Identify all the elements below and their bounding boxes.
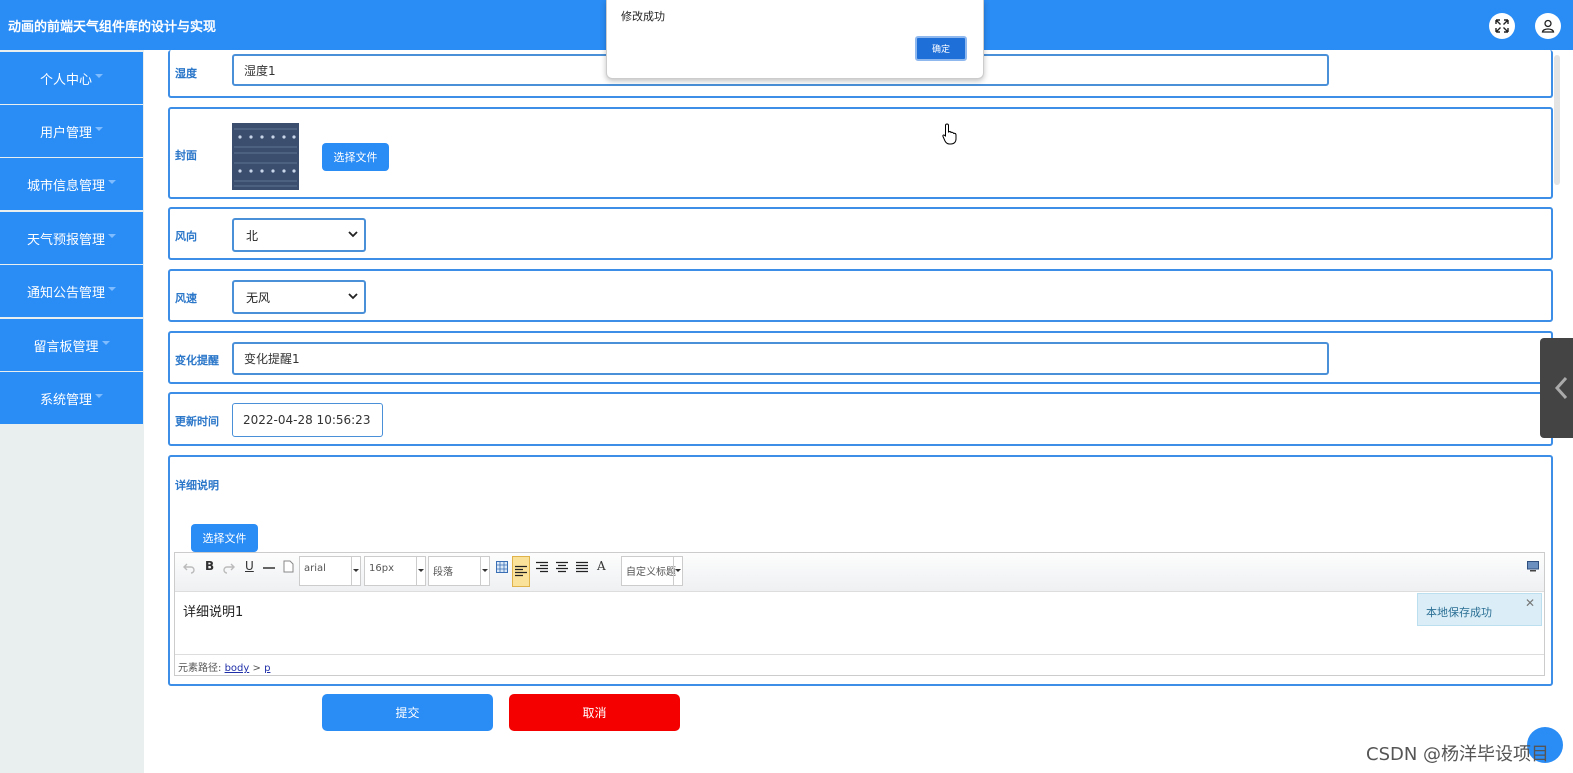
editor-content[interactable]: 详细说明1 <box>183 601 243 620</box>
redo-icon[interactable] <box>223 562 235 574</box>
user-button[interactable] <box>1535 13 1561 39</box>
horizontal-rule-icon[interactable] <box>263 566 275 570</box>
caret-down-icon <box>95 74 103 78</box>
scrollbar[interactable] <box>1554 55 1560 185</box>
sidebar: 个人中心 用户管理 城市信息管理 天气预报管理 通知公告管理 留言板管理 系统管… <box>0 50 144 773</box>
details-label: 详细说明 <box>175 479 219 492</box>
wind-direction-value: 北 <box>246 228 259 243</box>
cover-choose-file-button[interactable]: 选择文件 <box>322 143 389 171</box>
sidebar-item-label: 城市信息管理 <box>26 178 105 194</box>
chevron-down-icon <box>348 231 358 238</box>
close-icon[interactable]: ✕ <box>1525 596 1535 610</box>
align-justify-icon[interactable] <box>576 561 588 573</box>
sidebar-item-label: 个人中心 <box>39 72 92 88</box>
wind-direction-select[interactable]: 北 <box>232 218 366 252</box>
paragraph-value: 段落 <box>433 567 453 578</box>
font-family-value: arial <box>304 563 326 574</box>
dropdown-arrow-icon <box>351 557 360 585</box>
align-left-icon <box>515 565 527 577</box>
custom-title-select[interactable]: 自定义标题 <box>621 556 683 586</box>
path-link-body[interactable]: body <box>225 663 250 674</box>
rich-text-editor: B U arial 16px 段落 A 自定义标题 详细说明1 本地保存成功 ✕… <box>174 552 1545 676</box>
paragraph-select[interactable]: 段落 <box>428 556 490 586</box>
align-left-button[interactable] <box>512 556 530 587</box>
path-separator: > <box>252 663 261 674</box>
cover-label: 封面 <box>175 149 197 162</box>
row-cover: 封面 选择文件 <box>168 107 1553 199</box>
font-family-select[interactable]: arial <box>299 556 361 586</box>
sidebar-item-message-board[interactable]: 留言板管理 <box>0 319 143 371</box>
caret-down-icon <box>95 394 103 398</box>
cancel-button[interactable]: 取消 <box>509 694 680 731</box>
dropdown-arrow-icon <box>673 557 682 585</box>
sidebar-item-personal-center[interactable]: 个人中心 <box>0 52 143 104</box>
row-wind-speed: 风速 无风 <box>168 269 1553 322</box>
sidebar-item-label: 用户管理 <box>39 125 92 141</box>
element-path-label: 元素路径: <box>178 663 222 674</box>
caret-down-icon <box>101 341 110 345</box>
chevron-down-icon <box>348 293 358 300</box>
caret-down-icon <box>108 287 116 291</box>
align-right-icon[interactable] <box>536 561 548 573</box>
font-color-button[interactable]: A <box>597 559 606 573</box>
caret-down-icon <box>95 127 103 131</box>
editor-toolbar: B U arial 16px 段落 A 自定义标题 <box>175 553 1544 592</box>
hand-cursor-icon <box>942 123 957 145</box>
watermark-text: CSDN @杨洋毕设项目 <box>1366 744 1550 765</box>
path-link-p[interactable]: p <box>264 663 270 674</box>
table-icon[interactable] <box>496 561 508 573</box>
chevron-left-icon <box>1554 376 1568 400</box>
fullscreen-icon <box>1495 19 1509 33</box>
sidebar-item-system[interactable]: 系统管理 <box>0 372 143 424</box>
cover-thumbnail <box>232 123 299 190</box>
sidebar-item-weather-forecast[interactable]: 天气预报管理 <box>0 212 143 264</box>
user-icon <box>1541 19 1555 33</box>
success-dialog: 修改成功 确定 <box>606 0 984 79</box>
side-panel-handle[interactable] <box>1540 338 1573 438</box>
wind-direction-label: 风向 <box>175 230 197 243</box>
sidebar-item-notice[interactable]: 通知公告管理 <box>0 265 143 317</box>
sidebar-item-label: 通知公告管理 <box>26 285 105 301</box>
dropdown-arrow-icon <box>480 557 489 585</box>
fullscreen-button[interactable] <box>1489 13 1515 39</box>
sidebar-item-label: 天气预报管理 <box>26 232 105 248</box>
row-wind-direction: 风向 北 <box>168 207 1553 260</box>
wind-speed-label: 风速 <box>175 292 197 305</box>
undo-icon[interactable] <box>183 562 195 574</box>
document-icon[interactable] <box>283 560 294 573</box>
humidity-label: 湿度 <box>175 67 197 80</box>
underline-button[interactable]: U <box>245 559 254 573</box>
dialog-message: 修改成功 <box>621 10 665 23</box>
caret-down-icon <box>108 234 116 238</box>
autosave-toast-text: 本地保存成功 <box>1426 606 1492 619</box>
details-choose-file-button[interactable]: 选择文件 <box>191 524 258 552</box>
submit-button[interactable]: 提交 <box>322 694 493 731</box>
update-time-label: 更新时间 <box>175 415 219 428</box>
sidebar-item-label: 留言板管理 <box>33 339 99 355</box>
sidebar-item-label: 系统管理 <box>39 392 92 408</box>
preview-icon[interactable] <box>1527 561 1539 572</box>
update-time-input[interactable]: 2022-04-28 10:56:23 <box>232 403 383 437</box>
row-update-time: 更新时间 2022-04-28 10:56:23 <box>168 392 1553 446</box>
sidebar-item-city-info[interactable]: 城市信息管理 <box>0 158 143 210</box>
sidebar-item-user-management[interactable]: 用户管理 <box>0 105 143 157</box>
font-size-select[interactable]: 16px <box>364 556 426 586</box>
wind-speed-select[interactable]: 无风 <box>232 280 366 314</box>
change-alert-label: 变化提醒 <box>175 354 219 367</box>
dialog-ok-button[interactable]: 确定 <box>915 36 967 61</box>
autosave-toast: 本地保存成功 ✕ <box>1417 593 1542 626</box>
row-change-alert: 变化提醒 变化提醒1 <box>168 331 1553 384</box>
dropdown-arrow-icon <box>416 557 425 585</box>
custom-title-value: 自定义标题 <box>626 567 676 578</box>
font-size-value: 16px <box>369 563 394 574</box>
bold-button[interactable]: B <box>205 559 214 573</box>
element-path-bar: 元素路径: body > p <box>175 654 1544 676</box>
caret-down-icon <box>108 180 116 184</box>
weather-grid-image <box>232 123 299 190</box>
align-center-icon[interactable] <box>556 561 568 573</box>
app-title: 动画的前端天气组件库的设计与实现 <box>8 20 217 35</box>
wind-speed-value: 无风 <box>246 290 271 305</box>
change-alert-input[interactable]: 变化提醒1 <box>232 342 1329 375</box>
